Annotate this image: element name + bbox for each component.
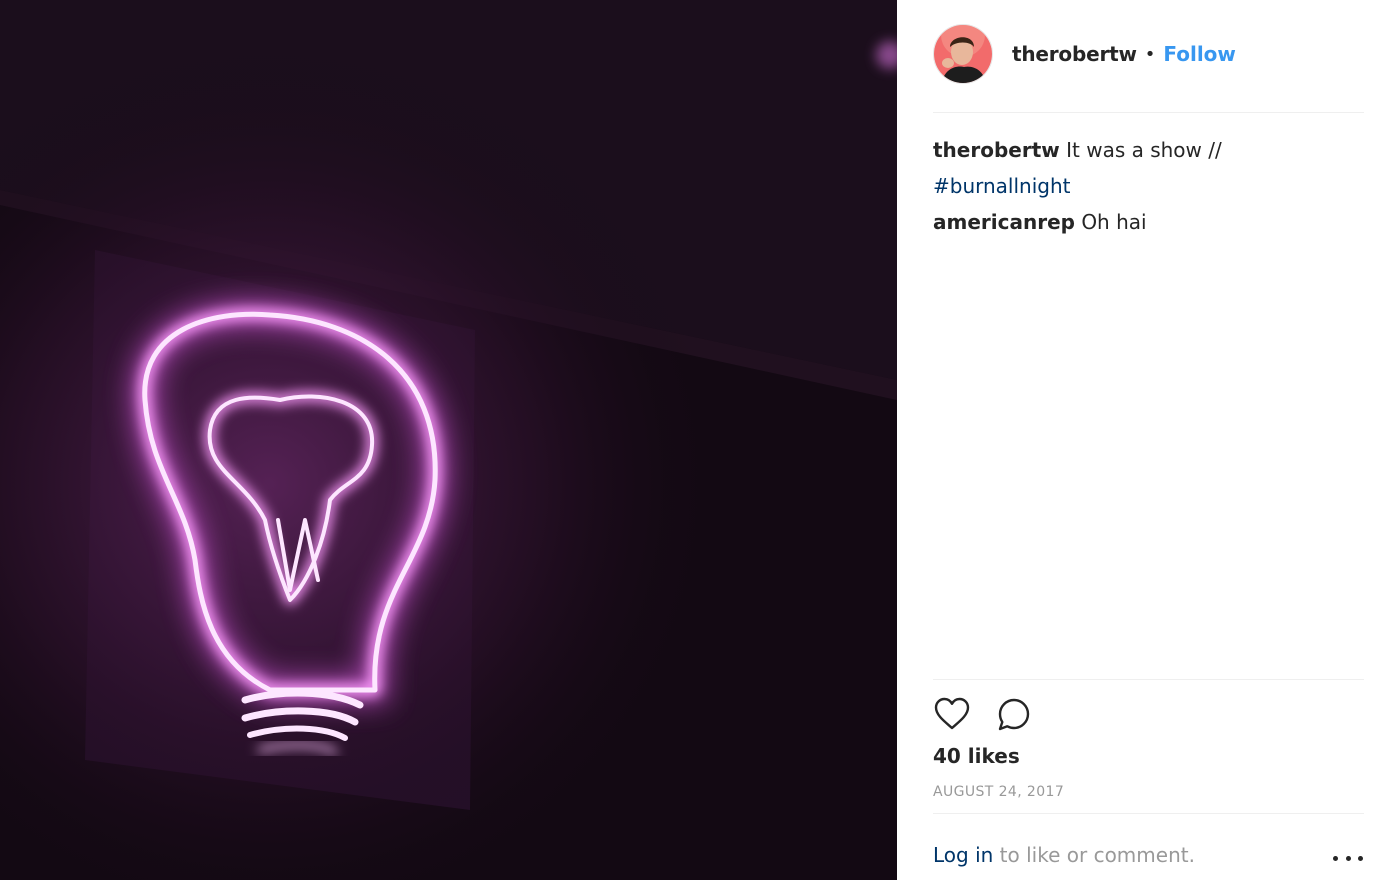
follow-button[interactable]: Follow (1163, 42, 1236, 66)
post-side-panel: therobertw • Follow therobertw It was a … (897, 0, 1395, 880)
comment-item: therobertw It was a show // #burnallnigh… (933, 132, 1363, 204)
actions-divider (933, 679, 1364, 680)
more-dot (1358, 855, 1363, 861)
post-date[interactable]: AUGUST 24, 2017 (933, 784, 1064, 800)
avatar-image (934, 25, 992, 83)
user-avatar[interactable] (933, 24, 993, 84)
post-username[interactable]: therobertw (1012, 42, 1137, 66)
more-dot (1333, 855, 1338, 861)
post-header: therobertw • Follow (933, 24, 1363, 84)
like-button[interactable] (933, 695, 971, 733)
comment-username[interactable]: americanrep (933, 210, 1075, 234)
comment-icon (998, 698, 1030, 731)
comment-text: It was a show // (1066, 138, 1222, 162)
post-photo[interactable] (0, 0, 897, 880)
more-options-icon[interactable] (1333, 848, 1363, 868)
header-divider (933, 112, 1364, 113)
comments-list: therobertw It was a show // #burnallnigh… (933, 132, 1363, 240)
comment-text: Oh hai (1081, 210, 1147, 234)
comment-button[interactable] (995, 695, 1033, 733)
login-link[interactable]: Log in (933, 843, 993, 867)
hashtag-link[interactable]: #burnallnight (933, 174, 1071, 198)
more-dot (1345, 855, 1351, 861)
post-actions (933, 694, 1057, 734)
footer-divider (933, 813, 1364, 814)
heart-icon (934, 697, 970, 730)
neon-lightbulb-image (0, 0, 897, 880)
comment-item: americanrep Oh hai (933, 204, 1363, 240)
comment-username[interactable]: therobertw (933, 138, 1060, 162)
header-separator: • (1144, 43, 1156, 65)
likes-count[interactable]: 40 likes (933, 744, 1020, 768)
login-prompt: Log in to like or comment. (933, 843, 1363, 867)
login-prompt-text: to like or comment. (993, 843, 1195, 867)
